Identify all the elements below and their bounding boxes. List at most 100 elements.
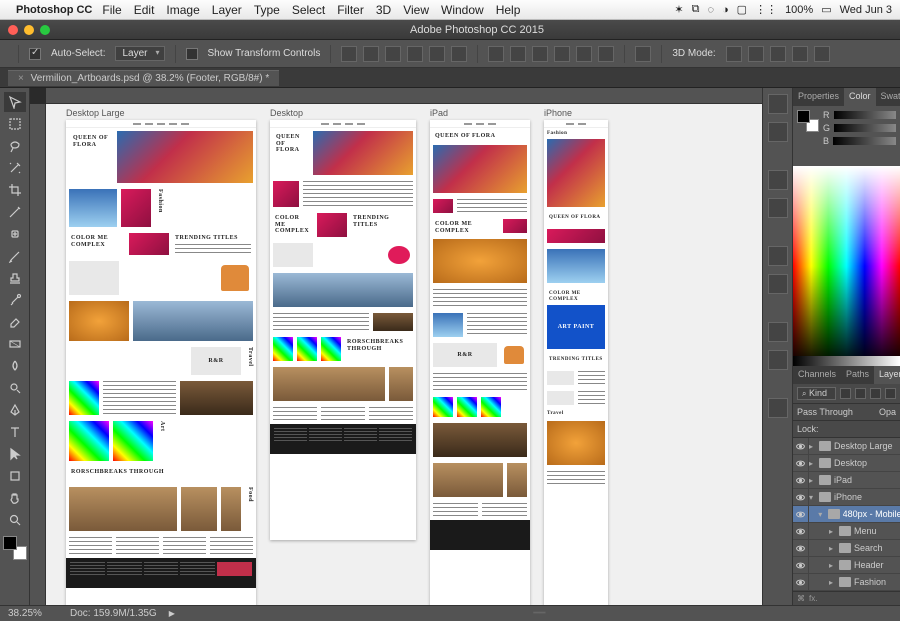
wifi-icon[interactable]: ⋮⋮ [755,3,777,16]
color-tab[interactable]: Color [844,88,876,106]
filter-type-icon[interactable] [870,388,881,399]
display-icon[interactable]: ▢ [737,3,747,16]
color-fgbg[interactable] [797,110,819,132]
clock[interactable]: Wed Jun 3 [840,4,892,16]
brush-tool[interactable] [4,246,26,266]
pen-tool[interactable] [4,400,26,420]
doc-info[interactable]: Doc: 159.9M/1.35G [70,608,157,619]
channels-tab[interactable]: Channels [793,366,841,384]
ruler-vertical[interactable] [30,104,46,605]
filter-pixel-icon[interactable] [840,388,851,399]
auto-select-dropdown[interactable]: Layer [115,46,164,61]
align-left-icon[interactable] [407,46,423,62]
menu-help[interactable]: Help [496,3,521,17]
distribute-3-icon[interactable] [532,46,548,62]
dropbox-icon[interactable]: ⧉ [692,3,700,16]
info-panel-icon[interactable] [768,398,788,418]
adjustments-panel-icon[interactable] [768,322,788,342]
visibility-toggle-icon[interactable] [793,557,809,573]
visibility-toggle-icon[interactable] [793,540,809,556]
actions-panel-icon[interactable] [768,122,788,142]
filter-adjust-icon[interactable] [855,388,866,399]
zoom-tool[interactable] [4,510,26,530]
layer-fx-icon[interactable]: fx. [809,594,817,603]
visibility-toggle-icon[interactable] [793,523,809,539]
twisty-icon[interactable]: ▸ [829,561,839,570]
zoom-field[interactable]: 38.25% [8,608,58,619]
distribute-1-icon[interactable] [488,46,504,62]
align-top-icon[interactable] [341,46,357,62]
type-tool[interactable] [4,422,26,442]
visibility-toggle-icon[interactable] [793,489,809,505]
foreground-color[interactable] [3,536,17,550]
visibility-toggle-icon[interactable] [793,506,809,522]
3d-orbit-icon[interactable] [726,46,742,62]
distribute-5-icon[interactable] [576,46,592,62]
move-tool[interactable] [4,92,26,112]
cloud-icon[interactable]: ◌ [707,4,714,16]
gradient-tool[interactable] [4,334,26,354]
3d-pan-icon[interactable] [770,46,786,62]
artboard-desktop[interactable]: QUEEN OF FLORA COLOR ME COMPLEX TRENDING… [270,120,416,540]
layer-row[interactable]: ▸Header [793,557,900,574]
visibility-toggle-icon[interactable] [793,438,809,454]
menu-window[interactable]: Window [441,3,484,17]
crop-tool[interactable] [4,180,26,200]
menu-3d[interactable]: 3D [376,3,391,17]
resize-handle-icon[interactable]: ━━ [187,608,892,619]
ruler-horizontal[interactable] [46,88,762,104]
menu-layer[interactable]: Layer [212,3,242,17]
layers-tab[interactable]: Layers [874,366,900,384]
zoom-window-button[interactable] [40,25,50,35]
character-panel-icon[interactable] [768,170,788,190]
layer-filter-dropdown[interactable]: ⌕ Kind [797,387,836,400]
app-name[interactable]: Photoshop CC [16,4,92,16]
hand-tool[interactable] [4,488,26,508]
battery-icon[interactable]: ▭ [821,3,831,16]
distribute-2-icon[interactable] [510,46,526,62]
artboard-label[interactable]: Desktop Large [66,108,256,118]
dodge-tool[interactable] [4,378,26,398]
show-transform-checkbox[interactable] [186,48,198,60]
lasso-tool[interactable] [4,136,26,156]
artboard-label[interactable]: Desktop [270,108,416,118]
shape-tool[interactable] [4,466,26,486]
menu-view[interactable]: View [403,3,429,17]
marquee-tool[interactable] [4,114,26,134]
twisty-icon[interactable]: ▸ [809,476,819,485]
brush-presets-panel-icon[interactable] [768,274,788,294]
twisty-icon[interactable]: ▾ [809,493,819,502]
auto-select-checkbox[interactable] [29,48,41,60]
status-icon[interactable]: ✶ [674,3,683,16]
filter-shape-icon[interactable] [885,388,896,399]
b-slider[interactable] [833,137,896,145]
minimize-window-button[interactable] [24,25,34,35]
align-right-icon[interactable] [451,46,467,62]
history-panel-icon[interactable] [768,94,788,114]
g-slider[interactable] [834,124,896,132]
twisty-icon[interactable]: ▸ [829,578,839,587]
menu-type[interactable]: Type [254,3,280,17]
layer-row[interactable]: ▾480px - Mobile [793,506,900,523]
blend-mode-dropdown[interactable]: Pass Through [797,407,875,417]
twisty-icon[interactable]: ▸ [809,442,819,451]
menu-image[interactable]: Image [166,3,199,17]
auto-align-icon[interactable] [635,46,651,62]
3d-scale-icon[interactable] [814,46,830,62]
align-vcenter-icon[interactable] [363,46,379,62]
menu-filter[interactable]: Filter [337,3,364,17]
swatches-tab[interactable]: Swatche [876,88,900,106]
styles-panel-icon[interactable] [768,350,788,370]
layer-row[interactable]: ▸Desktop Large [793,438,900,455]
menu-edit[interactable]: Edit [134,3,155,17]
menu-select[interactable]: Select [292,3,325,17]
3d-slide-icon[interactable] [792,46,808,62]
canvas-area[interactable]: Desktop Large QUEEN OF FLORA Fashion [30,88,762,605]
eyedropper-tool[interactable] [4,202,26,222]
layer-row[interactable]: ▸iPad [793,472,900,489]
3d-roll-icon[interactable] [748,46,764,62]
color-spectrum[interactable] [793,166,900,366]
brushes-panel-icon[interactable] [768,246,788,266]
link-layers-icon[interactable]: ⌘ [797,594,805,603]
visibility-toggle-icon[interactable] [793,574,809,590]
